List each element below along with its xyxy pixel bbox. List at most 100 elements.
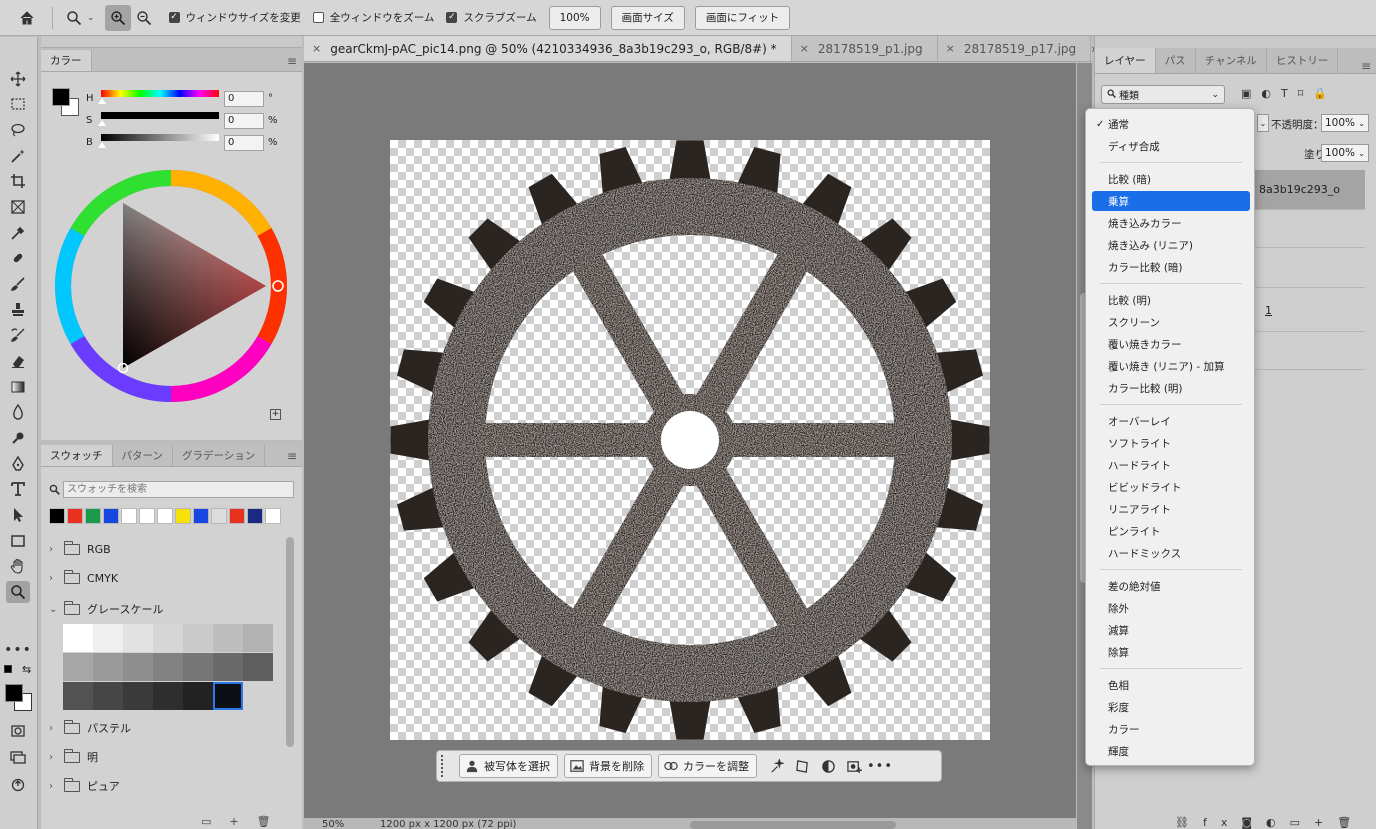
brush-tool-icon[interactable] <box>6 273 30 295</box>
swap-colors-icon[interactable]: ⇆ <box>22 663 31 676</box>
move-tool-icon[interactable] <box>6 68 30 90</box>
zoom-100-button[interactable]: 100% <box>548 5 601 30</box>
tab-gradients[interactable]: グラデーション <box>173 445 266 466</box>
swatch-folder-pastel[interactable]: › パステル <box>49 719 131 736</box>
select-subject-button[interactable]: 被写体を選択 <box>459 754 558 778</box>
layer-row[interactable]: 1 <box>1255 290 1365 332</box>
blend-mode-item[interactable]: オーバーレイ <box>1092 411 1250 431</box>
blur-tool-icon[interactable] <box>6 401 30 423</box>
swatch[interactable] <box>121 508 137 524</box>
tab-layers[interactable]: レイヤー <box>1095 47 1156 73</box>
gray-swatch[interactable] <box>153 624 183 652</box>
close-icon[interactable]: × <box>800 42 809 55</box>
blend-mode-item[interactable]: 輝度 <box>1092 741 1250 761</box>
tab-channels[interactable]: チャンネル <box>1196 47 1267 73</box>
gray-swatch-selected[interactable] <box>213 682 243 710</box>
layer-row[interactable] <box>1255 210 1365 248</box>
gray-swatch[interactable] <box>153 682 183 710</box>
layer-row-selected[interactable]: 8a3b19c293_o <box>1255 170 1365 210</box>
history-brush-icon[interactable] <box>6 324 30 346</box>
tab-color[interactable]: カラー <box>41 50 92 71</box>
lasso-tool-icon[interactable] <box>6 119 30 141</box>
panel-menu-icon[interactable]: ≡ <box>282 50 302 71</box>
gray-swatch[interactable] <box>153 653 183 681</box>
zoom-icon[interactable] <box>61 5 87 31</box>
blend-mode-item[interactable]: カラー <box>1092 719 1250 739</box>
swatch[interactable] <box>139 508 155 524</box>
swatch-scrollbar[interactable] <box>286 537 294 747</box>
gray-swatch[interactable] <box>123 682 153 710</box>
path-selection-icon[interactable] <box>6 504 30 526</box>
crop-tool-icon[interactable] <box>6 170 30 192</box>
blend-mode-item[interactable]: 差の絶対値 <box>1092 576 1250 596</box>
clone-stamp-icon[interactable] <box>6 299 30 321</box>
blend-mode-item[interactable]: リニアライト <box>1092 499 1250 519</box>
blend-mode-item[interactable]: 除外 <box>1092 598 1250 618</box>
document-tab[interactable]: × 28178519_p1.jpg <box>792 36 938 61</box>
tab-patterns[interactable]: パターン <box>113 445 173 466</box>
blend-mode-item[interactable]: 焼き込みカラー <box>1092 213 1250 233</box>
panel-collapse-strip[interactable] <box>41 36 302 48</box>
blend-mode-item[interactable]: カラー比較 (明) <box>1092 378 1250 398</box>
h-input[interactable]: 0 <box>224 91 264 107</box>
type-tool-icon[interactable] <box>6 478 30 500</box>
horizontal-scrollbar[interactable] <box>690 821 896 829</box>
blend-mode-item[interactable]: 減算 <box>1092 620 1250 640</box>
tab-swatches[interactable]: スウォッチ <box>41 445 113 466</box>
gray-swatch[interactable] <box>63 653 93 681</box>
pen-tool-icon[interactable] <box>6 453 30 475</box>
add-mask-icon[interactable] <box>841 754 867 778</box>
swatch[interactable] <box>193 508 209 524</box>
foreground-color-swatch[interactable] <box>5 684 23 702</box>
layer-row[interactable] <box>1255 250 1365 288</box>
adjust-color-button[interactable]: カラーを調整 <box>658 754 757 778</box>
gray-swatch[interactable] <box>123 653 153 681</box>
swatch[interactable] <box>175 508 191 524</box>
fit-screen-button[interactable]: 画面にフィット <box>694 5 791 30</box>
blend-mode-item[interactable]: ハードライト <box>1092 455 1250 475</box>
drag-handle[interactable] <box>441 755 445 777</box>
gray-swatch[interactable] <box>123 624 153 652</box>
gray-swatch[interactable] <box>213 624 243 652</box>
brightness-slider-handle[interactable] <box>98 142 106 148</box>
swatch[interactable] <box>49 508 65 524</box>
blend-mode-item[interactable]: ディザ合成 <box>1092 136 1250 156</box>
blend-mode-chevron[interactable]: ⌄ <box>1257 114 1269 132</box>
swatch[interactable] <box>157 508 173 524</box>
blend-mode-item[interactable]: ビビッドライト <box>1092 477 1250 497</box>
resize-windows-checkbox[interactable] <box>168 12 180 23</box>
color-wheel[interactable] <box>53 168 289 404</box>
color-foreground-swatch[interactable] <box>52 88 70 106</box>
swatch-folder-light[interactable]: › 明 <box>49 748 98 765</box>
fill-screen-button[interactable]: 画面サイズ <box>610 5 685 30</box>
blend-mode-item[interactable]: 比較 (暗) <box>1092 169 1250 189</box>
blend-mode-item[interactable]: 覆い焼きカラー <box>1092 334 1250 354</box>
zoom-tool-icon[interactable] <box>6 581 30 603</box>
blend-mode-item[interactable]: 乗算 <box>1092 191 1250 211</box>
dodge-tool-icon[interactable] <box>6 427 30 449</box>
swatch[interactable] <box>103 508 119 524</box>
close-icon[interactable]: × <box>946 42 955 55</box>
blend-mode-item[interactable]: 比較 (明) <box>1092 290 1250 310</box>
default-colors-icon[interactable] <box>4 665 12 673</box>
document-tab-active[interactable]: × gearCkmJ-pAC_pic14.png @ 50% (421033493… <box>304 36 792 61</box>
screen-mode-icon[interactable] <box>6 746 30 768</box>
blend-mode-item[interactable]: ピンライト <box>1092 521 1250 541</box>
adjustment-layer-icon[interactable] <box>815 754 841 778</box>
magic-wand-icon[interactable] <box>6 145 30 167</box>
opacity-input[interactable]: 100% ⌄ <box>1321 114 1369 132</box>
blend-mode-item[interactable]: 焼き込み (リニア) <box>1092 235 1250 255</box>
hand-tool-icon[interactable] <box>6 555 30 577</box>
rectangle-tool-icon[interactable] <box>6 530 30 552</box>
swatch-folder-rgb[interactable]: › RGB <box>49 541 111 556</box>
transform-icon[interactable] <box>789 754 815 778</box>
swatch-folder-grayscale[interactable]: ⌄ グレースケール <box>49 600 163 617</box>
b-input[interactable]: 0 <box>224 135 264 151</box>
quick-mask-icon[interactable] <box>6 720 30 742</box>
gray-swatch[interactable] <box>183 653 213 681</box>
swatch[interactable] <box>265 508 281 524</box>
blend-mode-item[interactable]: 除算 <box>1092 642 1250 662</box>
share-icon[interactable] <box>6 774 30 796</box>
layer-filter-icons[interactable]: ▣◐T⌑🔒 <box>1241 87 1337 100</box>
saturation-slider-handle[interactable] <box>98 120 106 126</box>
